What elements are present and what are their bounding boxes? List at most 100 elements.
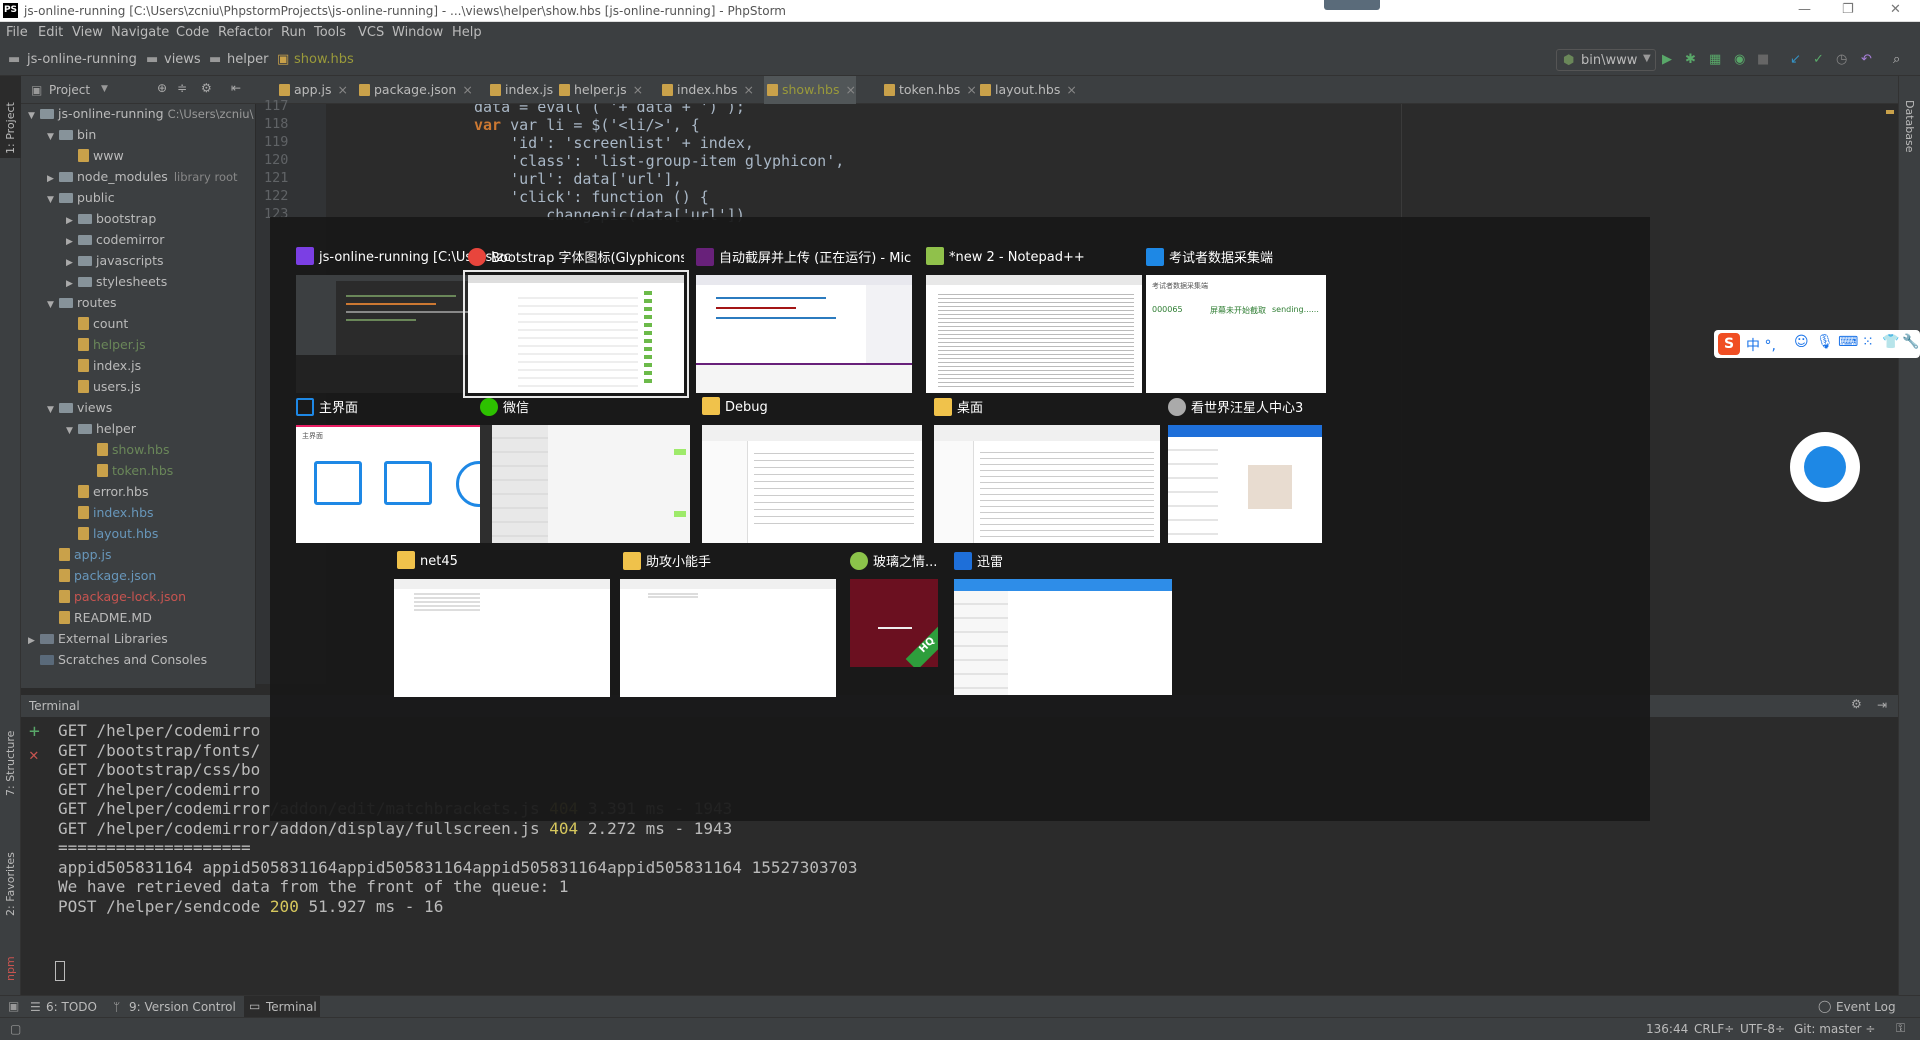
keyboard-icon[interactable]: ⌨ (1838, 334, 1858, 350)
emoji-icon[interactable]: ☺ (1794, 334, 1809, 350)
tree-item[interactable]: ▼ helper (66, 421, 136, 436)
tree-item[interactable]: show.hbs (85, 442, 170, 457)
git-branch[interactable]: Git: master ÷ (1794, 1022, 1875, 1036)
tree-item[interactable]: index.js (66, 358, 141, 373)
tree-item[interactable]: package-lock.json (47, 589, 186, 604)
tool-tab-event-log[interactable]: Event Log (1836, 1000, 1896, 1014)
tab-token-hbs[interactable]: token.hbs × (881, 76, 977, 104)
tab-index-hbs[interactable]: index.hbs × (659, 76, 754, 104)
tree-item[interactable]: token.hbs (85, 463, 173, 478)
menu-window[interactable]: Window (392, 25, 443, 40)
close-tab-icon[interactable]: × (966, 82, 976, 97)
menu-navigate[interactable]: Navigate (111, 25, 169, 40)
tree-item[interactable]: ▶ node_modules library root (47, 169, 238, 184)
switcher-window-kaoshi[interactable]: 考试者数据采集端 考试者数据采集端 000065 屏幕未开始截取 sending… (1146, 247, 1326, 397)
menu-view[interactable]: View (72, 25, 103, 40)
gear-icon[interactable]: ⚙ (1851, 697, 1862, 711)
tree-item[interactable]: index.hbs (66, 505, 154, 520)
shirt-icon[interactable]: 👕 (1882, 334, 1899, 350)
tree-item[interactable]: ▶ External Libraries (28, 631, 168, 646)
switcher-window-weibo[interactable]: 看世界汪星人中心3 (1168, 397, 1322, 547)
switcher-window-desktop[interactable]: 桌面 (934, 397, 1160, 547)
tool-window-favorites[interactable]: 2: Favorites (4, 852, 17, 916)
tree-item[interactable]: README.MD (47, 610, 152, 625)
tab-layout-hbs[interactable]: layout.hbs × (977, 76, 1077, 104)
menu-code[interactable]: Code (176, 25, 209, 40)
tree-item[interactable]: ▶ codemirror (66, 232, 164, 247)
tree-item[interactable]: ▼ public (47, 190, 115, 205)
hide-icon[interactable]: ⇥ (1877, 698, 1887, 712)
stop-icon[interactable]: ■ (1757, 52, 1769, 67)
tree-item[interactable]: www (66, 148, 124, 163)
switcher-window-helper[interactable]: 助攻小能手 (620, 551, 836, 701)
wrench-icon[interactable]: 🔧 (1902, 334, 1919, 350)
switcher-window-music[interactable]: 玻璃之情... HQ (850, 551, 938, 701)
lock-icon[interactable]: ⚿ (1896, 1021, 1905, 1036)
menu-file[interactable]: File (6, 25, 28, 40)
caret-position[interactable]: 136:44 (1646, 1022, 1688, 1036)
close-tab-icon[interactable]: × (338, 82, 348, 97)
breadcrumb-views[interactable]: views (164, 52, 201, 67)
menu-refactor[interactable]: Refactor (218, 25, 273, 40)
menu-edit[interactable]: Edit (38, 25, 63, 40)
close-tab-icon[interactable]: × (846, 82, 856, 97)
close-tab-icon[interactable]: × (633, 82, 643, 97)
menu-tools[interactable]: Tools (314, 25, 346, 40)
tool-window-npm[interactable]: npm (4, 956, 17, 981)
tree-item[interactable]: package.json (47, 568, 156, 583)
line-separator[interactable]: CRLF÷ (1694, 1022, 1734, 1036)
tool-tab-terminal-active[interactable]: ▭ Terminal (244, 996, 320, 1017)
add-icon[interactable]: + (29, 721, 40, 742)
maximize-icon[interactable]: ❐ (1842, 2, 1854, 17)
run-config-selector[interactable]: ⬢ bin\www ▼ (1556, 49, 1656, 71)
gear-icon[interactable]: ⚙ (201, 81, 212, 95)
close-tab-icon[interactable]: × (1066, 82, 1076, 97)
switcher-window-thunder[interactable]: 迅雷 (954, 551, 1172, 701)
tree-item[interactable]: Scratches and Consoles (28, 652, 207, 667)
vcs-commit-icon[interactable]: ✓ (1813, 52, 1824, 67)
tab-helper-js[interactable]: helper.js × (556, 76, 643, 104)
tree-item[interactable]: layout.hbs (66, 526, 158, 541)
switcher-window-net45[interactable]: net45 (394, 551, 610, 701)
switcher-window-visual-studio[interactable]: 自动截屏并上传 (正在运行) - Micros... (696, 247, 912, 397)
tool-window-database[interactable]: Database (1903, 100, 1916, 153)
menu-vcs[interactable]: VCS (358, 25, 384, 40)
ime-mode[interactable]: 中 °, (1746, 335, 1776, 355)
menu-run[interactable]: Run (281, 25, 306, 40)
tree-item[interactable]: error.hbs (66, 484, 148, 499)
tool-window-project[interactable]: 1: Project (4, 102, 17, 154)
switcher-window-chrome[interactable]: Bootstrap 字体图标(Glyphicons) |... (463, 247, 689, 398)
close-tab-icon[interactable]: × (744, 82, 754, 97)
tool-window-structure[interactable]: 7: Structure (4, 731, 17, 796)
vcs-history-icon[interactable]: ◷ (1836, 52, 1847, 67)
tree-item[interactable]: helper.js (66, 337, 146, 352)
project-root[interactable]: ▼ js-online-running C:\Users\zcniu\ (28, 106, 253, 121)
tree-item[interactable]: users.js (66, 379, 141, 394)
tab-package-json[interactable]: package.json × (356, 76, 473, 104)
close-tab-icon[interactable]: × (462, 82, 472, 97)
tree-item[interactable]: app.js (47, 547, 112, 562)
floating-bird-widget[interactable] (1790, 432, 1860, 502)
tab-show-hbs[interactable]: show.hbs × (764, 76, 856, 104)
debug-icon[interactable]: ✱ (1685, 52, 1696, 67)
minimize-icon[interactable]: — (1798, 2, 1811, 17)
close-icon[interactable]: ✕ (29, 745, 39, 764)
tree-item[interactable]: ▼ routes (47, 295, 117, 310)
close-icon[interactable]: ✕ (1890, 2, 1901, 17)
project-view-selector[interactable]: Project (49, 83, 90, 97)
breadcrumb-project[interactable]: js-online-running (27, 52, 137, 67)
switcher-window-debug[interactable]: Debug (702, 397, 922, 547)
tree-item[interactable]: ▶ bootstrap (66, 211, 156, 226)
menu-help[interactable]: Help (452, 25, 482, 40)
tree-item[interactable]: ▼ bin (47, 127, 96, 142)
switcher-window-notepadpp[interactable]: *new 2 - Notepad++ (926, 247, 1142, 397)
revert-icon[interactable]: ↶ (1861, 52, 1872, 67)
run-icon[interactable]: ▶ (1662, 52, 1672, 67)
breadcrumb-helper[interactable]: helper (227, 52, 268, 67)
grid-icon[interactable]: ⁙ (1862, 334, 1874, 350)
vcs-update-icon[interactable]: ↙ (1790, 52, 1801, 67)
tree-item[interactable]: ▶ stylesheets (66, 274, 167, 289)
search-icon[interactable]: ⌕ (1893, 52, 1900, 67)
file-encoding[interactable]: UTF-8÷ (1740, 1022, 1785, 1036)
tree-item[interactable]: ▶ javascripts (66, 253, 164, 268)
